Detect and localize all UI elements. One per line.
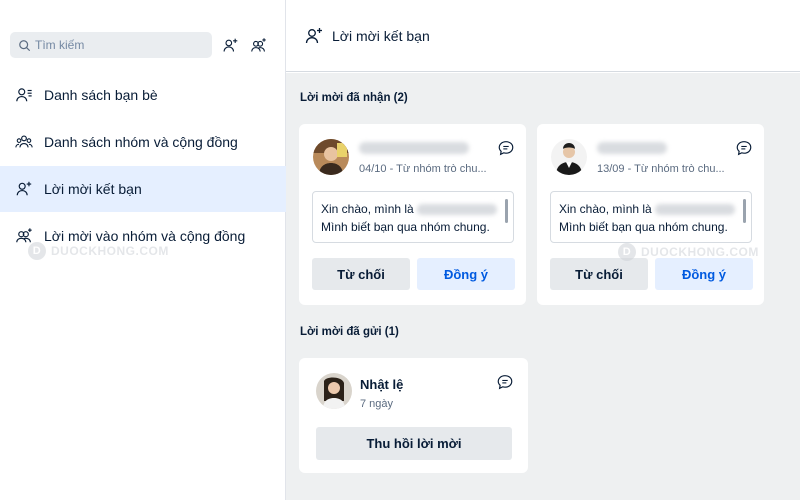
avatar[interactable] [551, 139, 587, 175]
message-line: Mình biết bạn qua nhóm chung. [559, 220, 728, 234]
search-input[interactable] [35, 38, 205, 52]
search-icon [19, 39, 30, 51]
watermark-logo: D [28, 242, 46, 260]
request-meta: 13/09 - Từ nhóm trò chu... [597, 163, 725, 175]
request-message: Xin chào, mình là Mình biết bạn qua nhóm… [312, 191, 514, 243]
accept-button[interactable]: Đồng ý [417, 258, 515, 290]
message-line: Xin chào, mình là [559, 202, 652, 216]
sidebar: Danh sách bạn bè Danh sách nhóm và cộng … [0, 0, 286, 500]
avatar[interactable] [313, 139, 349, 175]
watermark-text: DUOCKHONG.COM [51, 244, 169, 258]
scrollbar[interactable] [505, 199, 508, 223]
group-list-icon [14, 132, 34, 152]
blurred-name [597, 142, 667, 154]
sidebar-item-label: Danh sách nhóm và cộng đồng [44, 134, 238, 150]
request-message: Xin chào, mình là Mình biết bạn qua nhóm… [550, 191, 752, 243]
reject-button[interactable]: Từ chối [550, 258, 648, 290]
sidebar-item-friend-requests[interactable]: Lời mời kết bạn [0, 166, 286, 212]
sidebar-item-group-list[interactable]: Danh sách nhóm và cộng đồng [0, 119, 286, 165]
sidebar-item-label: Danh sách bạn bè [44, 87, 158, 103]
sent-section-title: Lời mời đã gửi (1) [300, 326, 399, 338]
create-group-icon[interactable] [248, 35, 268, 55]
chat-icon[interactable] [496, 373, 514, 391]
sidebar-item-friend-list[interactable]: Danh sách bạn bè [0, 72, 286, 118]
received-section-title: Lời mời đã nhận (2) [300, 92, 408, 104]
watermark: D DUOCKHONG.COM [28, 242, 169, 260]
blurred-name [417, 204, 498, 216]
sent-request-card: Nhật lệ 7 ngày Thu hồi lời mời [299, 358, 528, 473]
reject-button[interactable]: Từ chối [312, 258, 410, 290]
sidebar-item-label: Lời mời kết bạn [44, 181, 142, 197]
accept-button[interactable]: Đồng ý [655, 258, 753, 290]
scrollbar[interactable] [743, 199, 746, 223]
add-friend-icon[interactable] [220, 35, 240, 55]
search-box[interactable] [10, 32, 212, 58]
sent-meta: 7 ngày [360, 398, 394, 410]
search-row [10, 32, 280, 58]
watermark-logo: D [618, 243, 636, 261]
friend-list-icon [14, 85, 34, 105]
main-content: Lời mời đã nhận (2) 04/10 - Từ nhóm trò … [286, 73, 800, 500]
page-title: Lời mời kết bạn [332, 27, 430, 44]
chat-icon[interactable] [497, 139, 515, 157]
friend-request-icon [305, 27, 322, 43]
content-header: Lời mời kết bạn [286, 0, 800, 72]
received-request-card: 04/10 - Từ nhóm trò chu... Xin chào, mìn… [299, 124, 526, 305]
friend-request-icon [14, 179, 34, 199]
recall-invite-button[interactable]: Thu hồi lời mời [316, 427, 512, 460]
avatar[interactable] [316, 373, 352, 409]
blurred-name [655, 204, 736, 216]
blurred-name [359, 142, 469, 154]
watermark: D DUOCKHONG.COM [618, 243, 759, 261]
sent-name: Nhật lệ [360, 377, 404, 392]
received-request-card: 13/09 - Từ nhóm trò chu... Xin chào, mìn… [537, 124, 764, 305]
message-line: Xin chào, mình là [321, 202, 414, 216]
watermark-text: DUOCKHONG.COM [641, 245, 759, 259]
request-meta: 04/10 - Từ nhóm trò chu... [359, 163, 487, 175]
chat-icon[interactable] [735, 139, 753, 157]
message-line: Mình biết bạn qua nhóm chung. [321, 220, 490, 234]
